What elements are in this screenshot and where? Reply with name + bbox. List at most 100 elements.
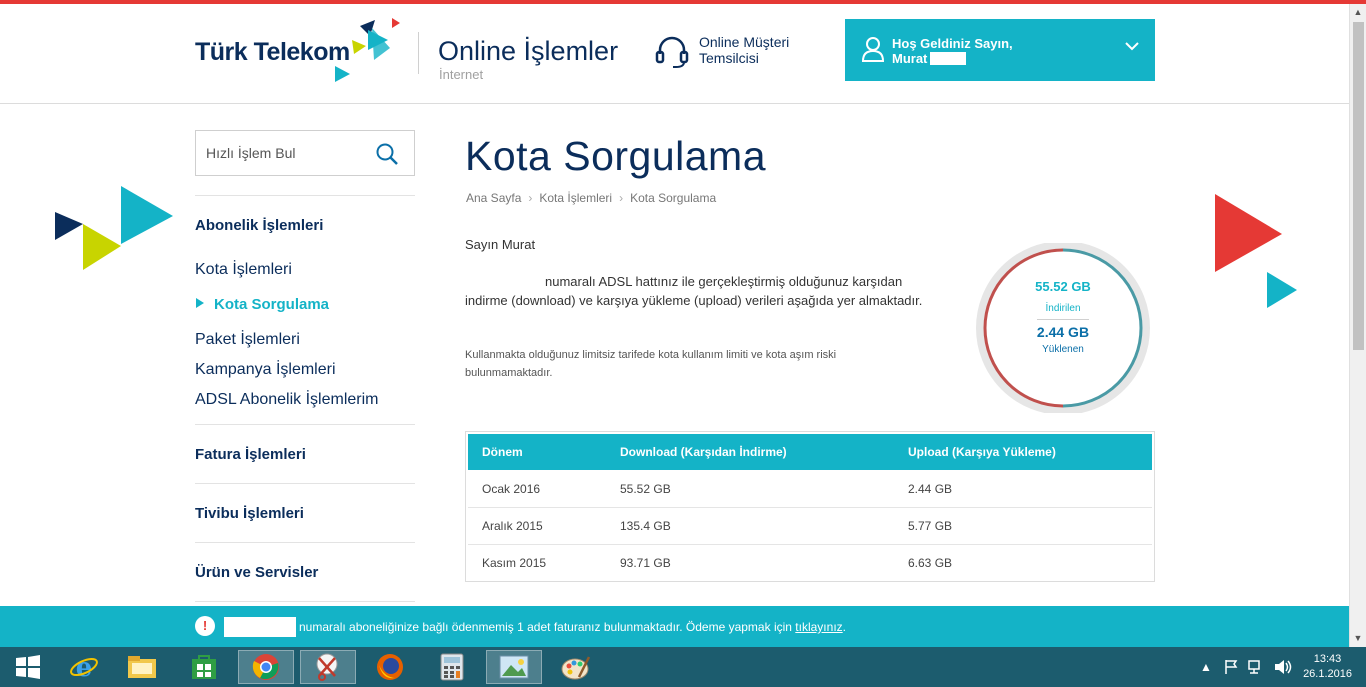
header-upload: Upload (Karşıya Yükleme) <box>908 445 1056 459</box>
sidebar-item-paket[interactable]: Paket İşlemleri <box>195 331 300 349</box>
download-label: İndirilen <box>1045 303 1081 314</box>
sidebar-head-fatura[interactable]: Fatura İşlemleri <box>195 446 306 463</box>
taskbar-clock[interactable]: 13:43 26.1.2016 <box>1303 652 1352 682</box>
clock-time: 13:43 <box>1313 653 1342 665</box>
breadcrumb-kota[interactable]: Kota İşlemleri <box>539 191 612 205</box>
site-header: Türk Telekom Online İşlemler İnternet On… <box>0 4 1349 104</box>
app-subtitle: İnternet <box>439 67 484 82</box>
chevron-down-icon[interactable] <box>1125 41 1139 51</box>
logo-triangles-icon <box>335 18 400 82</box>
sidebar-divider <box>195 195 415 196</box>
quick-search-box <box>195 130 415 176</box>
sidebar-divider <box>195 542 415 543</box>
decorative-triangles-left-icon <box>55 186 173 270</box>
welcome-line1: Hoş Geldiniz Sayın, <box>892 36 1013 51</box>
quota-note: Kullanmakta olduğunuz limitsiz tarifede … <box>465 349 837 379</box>
system-tray: ▲ <box>1200 647 1292 687</box>
show-hidden-icons-icon[interactable]: ▲ <box>1200 660 1212 674</box>
sidebar-head-tivibu[interactable]: Tivibu İşlemleri <box>195 505 304 522</box>
sidebar-divider <box>195 601 415 602</box>
scroll-down-arrow-icon[interactable]: ▼ <box>1350 630 1366 647</box>
sidebar-head-urun[interactable]: Ürün ve Servisler <box>195 564 318 581</box>
app-title: Online İşlemler <box>438 36 619 66</box>
pay-now-link[interactable]: tıklayınız <box>795 620 842 634</box>
page-title: Kota Sorgulama <box>465 133 767 179</box>
cell-upload: 6.63 GB <box>908 556 953 570</box>
quick-search-input[interactable] <box>206 143 366 163</box>
cell-period: Ocak 2016 <box>482 482 541 496</box>
header-download: Download (Karşıdan İndirme) <box>620 445 787 459</box>
user-menu[interactable]: Hoş Geldiniz Sayın, Murat <box>845 19 1155 81</box>
windows-start-icon[interactable] <box>0 650 56 684</box>
upload-value: 2.44 GB <box>1036 324 1090 340</box>
online-support-link[interactable]: Online Müşteri Temsilcisi <box>699 34 789 66</box>
unpaid-invoice-bar: ! numaralı aboneliğinize bağlı ödenmemiş… <box>0 606 1349 647</box>
notification-end: . <box>842 620 846 634</box>
header-donem: Dönem <box>482 445 523 459</box>
svg-text:e: e <box>76 653 93 682</box>
breadcrumb-home[interactable]: Ana Sayfa <box>466 191 521 205</box>
snipping-tool-icon[interactable] <box>300 650 356 684</box>
breadcrumb: Ana Sayfa › Kota İşlemleri › Kota Sorgulama <box>466 191 716 205</box>
chrome-icon[interactable] <box>238 650 294 684</box>
table-row: Aralık 2015 135.4 GB 5.77 GB <box>468 508 1152 545</box>
breadcrumb-separator-icon: › <box>619 191 624 205</box>
scroll-thumb[interactable] <box>1353 22 1364 350</box>
download-value: 55.52 GB <box>1035 279 1091 294</box>
cell-upload: 2.44 GB <box>908 482 953 496</box>
redacted-number <box>224 617 296 637</box>
sidebar-item-kota-sorgulama[interactable]: Kota Sorgulama <box>196 296 329 313</box>
notification-text: numaralı aboneliğinize bağlı ödenmemiş 1… <box>299 620 846 634</box>
sidebar-item-adsl[interactable]: ADSL Abonelik İşlemlerim <box>195 391 378 409</box>
user-icon <box>861 37 885 62</box>
support-line1: Online Müşteri <box>699 34 790 50</box>
photo-viewer-icon[interactable] <box>486 650 542 684</box>
alert-icon: ! <box>195 616 215 636</box>
cell-period: Kasım 2015 <box>482 556 547 570</box>
page-scrollbar[interactable]: ▲ ▼ <box>1349 4 1366 647</box>
breadcrumb-separator-icon: › <box>528 191 533 205</box>
support-line2: Temsilcisi <box>699 50 759 66</box>
cell-download: 135.4 GB <box>620 519 671 533</box>
table-row: Ocak 2016 55.52 GB 2.44 GB <box>468 471 1152 508</box>
file-explorer-icon[interactable] <box>114 650 170 684</box>
windows-store-icon[interactable] <box>176 650 232 684</box>
cell-upload: 5.77 GB <box>908 519 953 533</box>
paint-icon[interactable] <box>548 650 604 684</box>
search-icon[interactable] <box>376 143 398 165</box>
cell-download: 93.71 GB <box>620 556 671 570</box>
clock-date: 26.1.2016 <box>1303 668 1352 680</box>
redacted-surname <box>930 52 967 65</box>
notification-message: numaralı aboneliğinize bağlı ödenmemiş 1… <box>299 620 792 634</box>
usage-gauge: 55.52 GB İndirilen 2.44 GB Yüklenen <box>974 241 1154 415</box>
sidebar-item-kampanya[interactable]: Kampanya İşlemleri <box>195 361 336 379</box>
turk-telekom-logo[interactable]: Türk Telekom <box>195 38 350 67</box>
headset-icon[interactable] <box>654 34 690 70</box>
header-divider <box>418 32 419 74</box>
internet-explorer-icon[interactable]: e <box>56 650 112 684</box>
gauge-divider <box>1037 319 1089 320</box>
sidebar-item-kota[interactable]: Kota İşlemleri <box>195 261 292 279</box>
welcome-text: Hoş Geldiniz Sayın, Murat <box>892 36 1013 66</box>
volume-icon[interactable] <box>1274 659 1292 675</box>
network-icon[interactable] <box>1248 659 1264 675</box>
sidebar-divider <box>195 424 415 425</box>
cell-period: Aralık 2015 <box>482 519 543 533</box>
usage-table: Dönem Download (Karşıdan İndirme) Upload… <box>465 431 1155 582</box>
scroll-up-arrow-icon[interactable]: ▲ <box>1350 4 1366 21</box>
sidebar-head-abonelik[interactable]: Abonelik İşlemleri <box>195 217 323 234</box>
decorative-triangles-right-icon <box>1215 194 1297 308</box>
info-text: numaralı ADSL hattınız ile gerçekleştirm… <box>465 274 923 308</box>
windows-taskbar: e ▲ 13:43 26.1.2016 <box>0 647 1366 687</box>
firefox-icon[interactable] <box>362 650 418 684</box>
upload-label: Yüklenen <box>1042 344 1084 355</box>
greeting-text: Sayın Murat <box>465 237 536 252</box>
table-row: Kasım 2015 93.71 GB 6.63 GB <box>468 545 1152 582</box>
breadcrumb-current: Kota Sorgulama <box>630 191 717 205</box>
action-center-flag-icon[interactable] <box>1224 659 1238 675</box>
sidebar-item-label: Kota Sorgulama <box>214 296 330 313</box>
active-arrow-icon <box>196 298 204 308</box>
calculator-icon[interactable] <box>424 650 480 684</box>
table-header: Dönem Download (Karşıdan İndirme) Upload… <box>468 434 1152 470</box>
welcome-user-name: Murat <box>892 51 928 66</box>
